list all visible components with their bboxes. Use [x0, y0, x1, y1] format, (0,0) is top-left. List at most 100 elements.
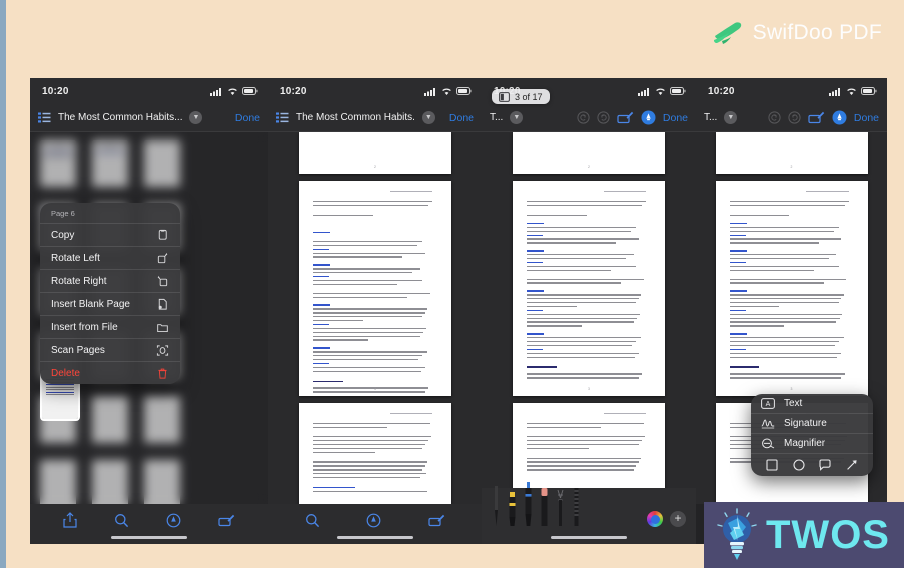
- document-scroll-view[interactable]: 2 3: [482, 132, 696, 504]
- color-wheel-icon[interactable]: [647, 511, 663, 527]
- search-icon[interactable]: [114, 513, 129, 528]
- chevron-down-icon[interactable]: ▼: [189, 111, 203, 124]
- wifi-icon: [228, 88, 237, 95]
- edit-annotate-icon[interactable]: [218, 514, 235, 527]
- nav-toolbar: T... ▼ Done: [482, 104, 696, 132]
- annotation-item-label: Signature: [784, 418, 827, 429]
- signal-bars-icon: [424, 87, 435, 96]
- speech-bubble-shape-icon[interactable]: [819, 459, 831, 471]
- annotation-tools-popup[interactable]: A Text Signature Magnifier: [751, 394, 873, 476]
- redo-icon[interactable]: [788, 111, 801, 124]
- redo-icon[interactable]: [597, 111, 610, 124]
- chevron-down-icon[interactable]: ▼: [724, 111, 738, 124]
- annotate-avatar-icon[interactable]: [832, 110, 847, 125]
- edit-annotate-icon[interactable]: [428, 514, 445, 527]
- document-page[interactable]: 3: [513, 181, 665, 396]
- home-indicator: [111, 536, 187, 539]
- signal-bars-icon: [210, 87, 221, 96]
- thumbnail-list-icon[interactable]: [38, 112, 51, 123]
- chevron-down-icon[interactable]: ▼: [510, 111, 524, 124]
- markup-pen-icon[interactable]: [617, 111, 634, 124]
- page-number: 2: [374, 165, 376, 169]
- done-button[interactable]: Done: [235, 112, 260, 124]
- document-page[interactable]: 2: [299, 132, 451, 174]
- done-button[interactable]: Done: [854, 112, 879, 124]
- document-title: T...: [704, 112, 718, 123]
- nav-toolbar: T... ▼ Done: [696, 104, 887, 132]
- panel-thumbnails: 10:20 The Most Common Habits... ▼ Done P…: [30, 78, 268, 544]
- document-title: The Most Common Habits...: [296, 112, 415, 123]
- folder-icon: [157, 323, 168, 332]
- context-menu-item-insert-blank-page[interactable]: Insert Blank Page: [40, 292, 180, 315]
- markup-pen-icon[interactable]: [366, 513, 381, 528]
- annotation-item-label: Magnifier: [784, 438, 826, 449]
- context-menu-label: Insert from File: [51, 321, 118, 333]
- arrow-shape-icon[interactable]: [846, 459, 858, 471]
- home-indicator: [551, 536, 627, 539]
- plus-icon[interactable]: +: [670, 511, 686, 527]
- document-page[interactable]: 3: [715, 181, 868, 396]
- context-menu-item-copy[interactable]: Copy: [40, 223, 180, 246]
- document-page[interactable]: 2: [715, 132, 868, 174]
- page-number: 3: [374, 387, 376, 391]
- context-menu-label: Copy: [51, 229, 75, 241]
- chevron-down-icon[interactable]: ▼: [421, 111, 435, 124]
- scan-icon: [156, 344, 169, 356]
- annotation-item-magnifier[interactable]: Magnifier: [751, 434, 873, 454]
- document-title: The Most Common Habits...: [58, 112, 183, 123]
- ruler-tool[interactable]: [572, 486, 581, 531]
- panel-annotate: 10:20 T... ▼ Done 2 3 A Text Signature M…: [696, 78, 887, 544]
- context-menu-item-rotate-left[interactable]: Rotate Left: [40, 246, 180, 269]
- context-menu-item-insert-from-file[interactable]: Insert from File: [40, 315, 180, 338]
- eraser-tool[interactable]: [540, 486, 549, 531]
- page-context-menu[interactable]: Page 6 Copy Rotate Left Rotate Right Ins…: [40, 203, 180, 384]
- undo-icon[interactable]: [577, 111, 590, 124]
- brand-logo-group: SwifDoo PDF: [713, 20, 882, 46]
- context-menu-item-delete[interactable]: Delete: [40, 361, 180, 384]
- annotation-item-text[interactable]: A Text: [751, 394, 873, 414]
- thumbnail-list-icon[interactable]: [276, 112, 289, 123]
- markup-pen-icon[interactable]: [166, 513, 181, 528]
- document-page[interactable]: 2: [513, 132, 665, 174]
- done-button[interactable]: Done: [449, 112, 474, 124]
- status-bar: 10:20: [30, 78, 268, 104]
- markup-pen-icon[interactable]: [808, 111, 825, 124]
- context-menu-item-scan-pages[interactable]: Scan Pages: [40, 338, 180, 361]
- panel-reader: 10:20 The Most Common Habits... ▼ Done 2…: [268, 78, 482, 544]
- page-indicator-label: 3 of 17: [515, 91, 543, 102]
- share-icon[interactable]: [63, 512, 77, 528]
- brand-name: SwifDoo PDF: [752, 21, 882, 44]
- rotate-left-icon: [157, 252, 168, 263]
- left-accent-bar: [0, 0, 6, 568]
- document-scroll-view[interactable]: 2 3: [268, 132, 482, 504]
- status-time: 10:20: [280, 85, 307, 97]
- annotation-shape-row: [751, 454, 873, 476]
- lasso-tool[interactable]: [556, 486, 565, 531]
- nav-toolbar: The Most Common Habits... ▼ Done: [268, 104, 482, 132]
- home-indicator: [337, 536, 413, 539]
- svg-text:A: A: [766, 401, 771, 408]
- annotation-item-signature[interactable]: Signature: [751, 414, 873, 434]
- done-button[interactable]: Done: [663, 112, 688, 124]
- signature-icon: [761, 419, 775, 429]
- lightbulb-icon: [717, 508, 757, 560]
- battery-icon: [242, 87, 258, 95]
- pen-tool[interactable]: [492, 486, 501, 531]
- text-box-icon: A: [761, 398, 775, 409]
- page-indicator-badge[interactable]: 3 of 17: [492, 89, 550, 104]
- device-screenshot-strip: 10:20 The Most Common Habits... ▼ Done P…: [30, 78, 887, 544]
- circle-shape-icon[interactable]: [793, 459, 805, 471]
- search-icon[interactable]: [305, 513, 320, 528]
- square-shape-icon[interactable]: [766, 459, 778, 471]
- copy-icon: [158, 229, 167, 240]
- annotation-item-label: Text: [784, 398, 803, 409]
- signal-bars-icon: [829, 87, 840, 96]
- context-menu-item-rotate-right[interactable]: Rotate Right: [40, 269, 180, 292]
- page-number: 3: [790, 387, 793, 391]
- pencil-tool[interactable]: [524, 482, 533, 531]
- document-page[interactable]: [299, 403, 451, 504]
- annotate-avatar-icon[interactable]: [641, 110, 656, 125]
- undo-icon[interactable]: [768, 111, 781, 124]
- highlighter-tool[interactable]: [508, 486, 517, 531]
- document-page[interactable]: 3: [299, 181, 451, 396]
